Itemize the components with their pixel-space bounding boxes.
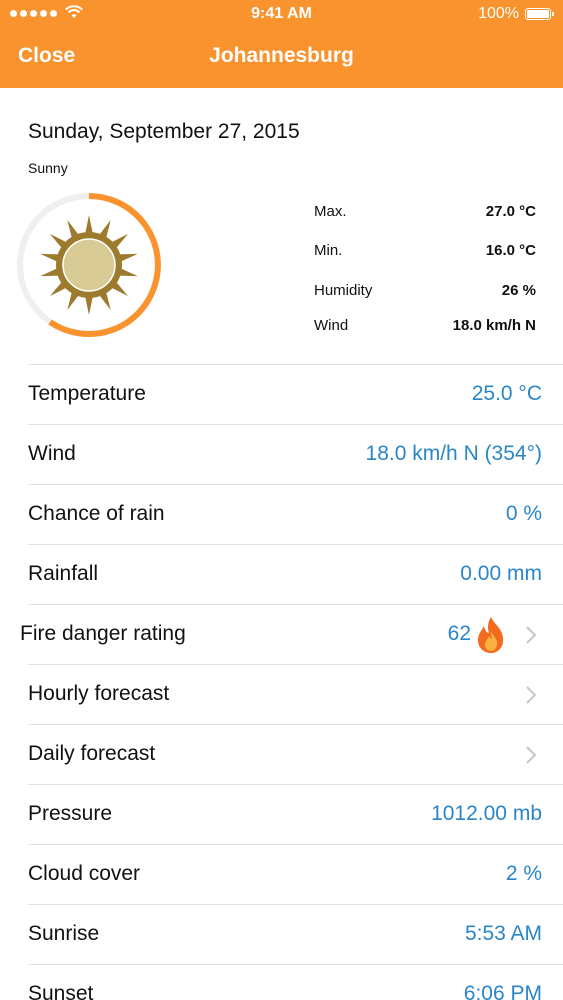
stat-label: Wind [314,317,349,334]
row-label: Temperature [28,382,146,405]
row-sunrise: Sunrise 5:53 AM [28,904,563,964]
row-rainfall: Rainfall 0.00 mm [28,544,563,604]
row-value: 62 [447,622,471,645]
row-chance-of-rain: Chance of rain 0 % [28,484,563,544]
row-label: Cloud cover [28,862,141,885]
page-title: Johannesburg [209,44,354,67]
chevron-right-icon [526,686,537,704]
row-label: Chance of rain [28,502,165,525]
row-daily-forecast[interactable]: Daily forecast [28,724,563,784]
row-value: 0.00 mm [460,562,542,585]
stat-wind: Wind 18.0 km/h N [314,317,536,337]
battery-percentage: 100% [478,5,519,22]
row-label: Pressure [28,802,113,825]
row-value: 1012.00 mb [431,802,542,825]
row-label: Sunset [28,982,94,1000]
row-label: Hourly forecast [28,682,170,705]
row-value: 25.0 °C [471,382,542,405]
stat-max: Max. 27.0 °C [314,203,536,223]
flame-icon [478,617,504,653]
status-bar: 9:41 AM 100% [0,0,563,30]
row-value: 2 % [505,862,542,885]
stat-label: Humidity [314,282,373,299]
row-cloud-cover: Cloud cover 2 % [28,844,563,904]
stat-humidity: Humidity 26 % [314,282,536,302]
weather-summary-dial [16,192,162,338]
weather-detail-list: Temperature 25.0 °C Wind 18.0 km/h N (35… [0,364,563,1000]
stat-label: Max. [314,203,347,220]
stat-value: 26 % [501,282,536,299]
row-sunset: Sunset 6:06 PM [28,964,563,1000]
row-value: 18.0 km/h N (354°) [365,442,542,465]
stat-label: Min. [314,242,343,259]
weather-condition: Sunny [28,160,68,176]
chevron-right-icon [526,626,537,644]
row-label: Daily forecast [28,742,156,765]
row-label: Sunrise [28,922,100,945]
row-pressure: Pressure 1012.00 mb [28,784,563,844]
row-value: 6:06 PM [463,982,542,1000]
stat-value: 16.0 °C [485,242,536,259]
row-value: 0 % [505,502,542,525]
nav-bar: 9:41 AM 100% Close Johannesburg [0,0,563,88]
row-label: Rainfall [28,562,99,585]
row-wind: Wind 18.0 km/h N (354°) [28,424,563,484]
forecast-date: Sunday, September 27, 2015 [28,120,300,143]
row-hourly-forecast[interactable]: Hourly forecast [28,664,563,724]
row-label: Wind [28,442,76,465]
row-value: 5:53 AM [464,922,542,945]
chevron-right-icon [526,746,537,764]
battery-icon [525,8,554,20]
stat-min: Min. 16.0 °C [314,242,536,262]
row-label: Fire danger rating [20,622,186,645]
row-temperature: Temperature 25.0 °C [28,364,563,424]
stat-value: 18.0 km/h N [452,317,536,334]
row-fire-danger-rating[interactable]: Fire danger rating 62 [20,604,563,664]
stat-value: 27.0 °C [485,203,536,220]
